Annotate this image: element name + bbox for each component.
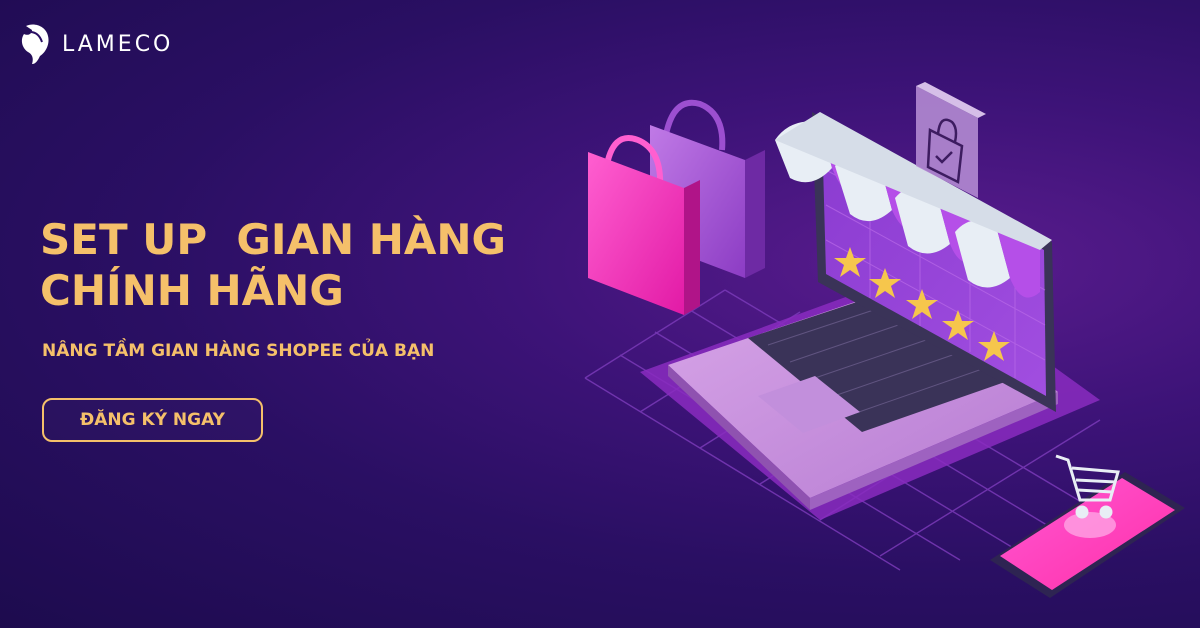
horse-head-logo-icon <box>21 24 49 64</box>
headline: SET UP GIAN HÀNG CHÍNH HÃNG <box>40 214 600 316</box>
headline-line-1: SET UP GIAN HÀNG <box>40 215 506 264</box>
brand-name: LAMECO <box>62 31 174 57</box>
ad-banner: LAMECO SET UP GIAN HÀNG CHÍNH HÃNG NÂNG … <box>0 0 1200 628</box>
brand-logo[interactable]: LAMECO <box>18 22 173 66</box>
headline-line-2: CHÍNH HÃNG <box>40 266 344 315</box>
subheadline: NÂNG TẦM GIAN HÀNG SHOPEE CỦA BẠN <box>42 341 435 361</box>
register-now-button[interactable]: ĐĂNG KÝ NGAY <box>42 398 263 442</box>
